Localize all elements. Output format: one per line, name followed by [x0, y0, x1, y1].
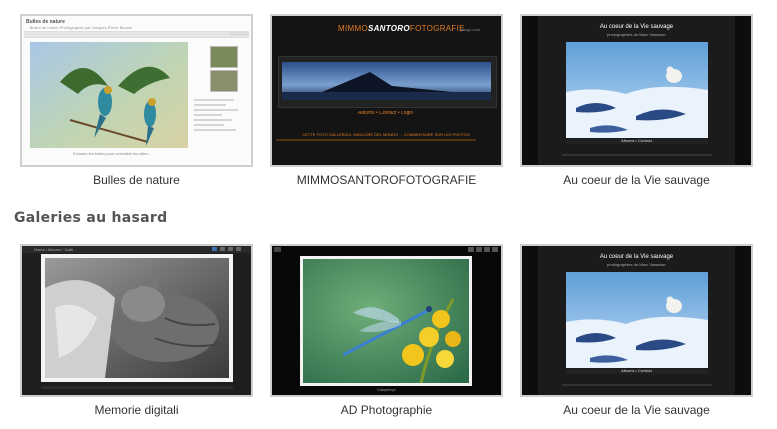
breadcrumb: Home / Albums / Gatti	[34, 247, 73, 252]
site-menu[interactable]: Albums • Contact	[522, 368, 751, 373]
section-title: Galeries au hasard	[14, 210, 168, 226]
gallery-card-memorie-digitali[interactable]: Home / Albums / Gatti Memorie digitali	[20, 244, 253, 417]
side-thumbnail[interactable]	[210, 70, 238, 92]
gallery-card-ad-photographie[interactable]: Calopteryx AD Photographie	[270, 244, 503, 417]
damselfly-photo	[303, 259, 469, 383]
site-menu[interactable]: Albums • Contact	[522, 138, 751, 143]
nav-bar	[24, 31, 249, 38]
polar-bear-photo	[566, 42, 708, 138]
site-menu[interactable]: Albums • Contact • Login	[358, 111, 413, 116]
gallery-caption[interactable]: Bulles de nature	[20, 173, 253, 187]
gallery-caption[interactable]: Au coeur de la Vie sauvage	[520, 173, 753, 187]
gallery-card-bulles-de-nature[interactable]: Bulles de nature Bulles de nature Photog…	[20, 14, 253, 187]
gallery-card-vie-sauvage-random[interactable]: Au coeur de la Vie sauvage photographies…	[520, 244, 753, 417]
sleeping-cat-photo	[45, 258, 229, 378]
photo-footer: Calopteryx	[376, 387, 397, 392]
gallery-caption[interactable]: AD Photographie	[270, 403, 503, 417]
gallery-caption[interactable]: MIMMOSANTOROFOTOGRAFIE	[270, 173, 503, 187]
gallery-caption[interactable]: Au coeur de la Vie sauvage	[520, 403, 753, 417]
site-title: Au coeur de la Vie sauvage	[599, 254, 674, 260]
seascape-photo	[282, 62, 491, 100]
site-subtitle: Bulles de nature Photographie par Jacque…	[29, 25, 133, 30]
side-thumbnail[interactable]	[210, 46, 238, 68]
gallery-thumbnail[interactable]: Bulles de nature Bulles de nature Photog…	[20, 14, 253, 167]
site-title: Au coeur de la Vie sauvage	[599, 24, 674, 30]
gallery-thumbnail[interactable]: MIMMOSANTOROFOTOGRAFIE piwigo.com Albums…	[270, 14, 503, 167]
gallery-thumbnail[interactable]: Au coeur de la Vie sauvage photographies…	[520, 14, 753, 167]
gallery-card-mimmosantoro[interactable]: MIMMOSANTOROFOTOGRAFIE piwigo.com Albums…	[270, 14, 503, 187]
bee-eater-photo	[30, 42, 188, 148]
gallery-card-vie-sauvage[interactable]: Au coeur de la Vie sauvage photographies…	[520, 14, 753, 187]
gallery-thumbnail[interactable]: Au coeur de la Vie sauvage photographies…	[520, 244, 753, 397]
polar-bear-photo	[566, 272, 708, 368]
site-logo: MIMMOSANTOROFOTOGRAFIE	[338, 24, 465, 33]
gallery-thumbnail[interactable]: Home / Albums / Gatti	[20, 244, 253, 397]
site-footer: CETTE FOTO GALLERIA IL MIGLIORE DEL MOND…	[302, 132, 470, 137]
gallery-caption[interactable]: Memorie digitali	[20, 403, 253, 417]
site-subtitle: photographies de Marc Vanacker	[607, 32, 666, 37]
gallery-thumbnail[interactable]: Calopteryx	[270, 244, 503, 397]
site-subtitle: photographies de Marc Vanacker	[607, 262, 666, 267]
photo-caption: Ecoutez les bulles pour connaitre les ai…	[73, 151, 151, 156]
